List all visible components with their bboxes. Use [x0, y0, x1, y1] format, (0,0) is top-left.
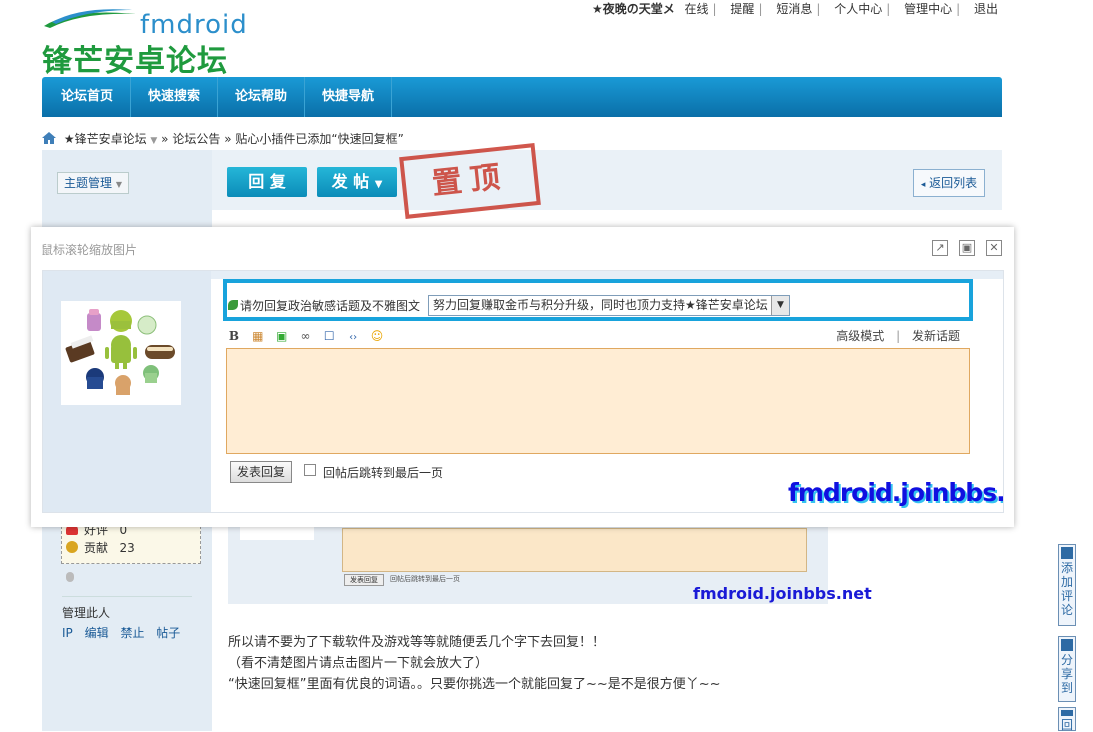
color-icon[interactable]: ▦	[250, 328, 266, 344]
admin-center-link[interactable]: 管理中心	[904, 2, 952, 16]
advanced-mode-link[interactable]: 高级模式	[836, 328, 884, 344]
code-icon[interactable]: ‹›	[345, 330, 361, 346]
image-zoom-dialog: 鼠标滚轮缩放图片 ↗ ▣ ✕ 请勿回复政治敏感话题及不雅图文 努力回复赚取金币与…	[31, 227, 1014, 527]
back-to-list-button[interactable]: ◂ 返回列表	[913, 169, 985, 197]
messages-link[interactable]: 短消息	[776, 2, 812, 16]
breadcrumb: ★锋芒安卓论坛 ▼ » 论坛公告 » 贴心小插件已添加“快速回复框”	[42, 130, 404, 147]
link-icon[interactable]: ∞	[297, 328, 313, 344]
chevron-down-icon: ▼	[115, 180, 122, 189]
edit-icon	[1061, 547, 1073, 559]
manage-links: IP 编辑 禁止 帖子	[62, 624, 188, 641]
arrow-up-icon	[1061, 710, 1073, 716]
post-content: 所以请不要为了下载软件及游戏等等就随便丢几个字下去回复！！ （看不清楚图片请点击…	[228, 635, 721, 692]
new-topic-link[interactable]: 发新话题	[912, 328, 960, 344]
close-icon[interactable]: ✕	[986, 240, 1002, 256]
topic-manage-button[interactable]: 主题管理 ▼	[57, 172, 129, 194]
quick-reply-select[interactable]: 努力回复赚取金币与积分升级，同时也顶力支持★锋芒安卓论坛 ▼	[428, 295, 790, 316]
breadcrumb-thread: 贴心小插件已添加“快速回复框”	[235, 132, 404, 146]
submit-reply-button[interactable]: 发表回复	[230, 461, 292, 483]
manage-ip-link[interactable]: IP	[62, 626, 73, 640]
manage-user-title: 管理此人	[62, 606, 111, 620]
breadcrumb-forum[interactable]: 论坛公告	[172, 132, 220, 146]
manage-edit-link[interactable]: 编辑	[85, 626, 109, 640]
share-icon	[1061, 639, 1073, 651]
logout-link[interactable]: 退出	[974, 2, 998, 16]
logo-swoosh-icon	[44, 9, 136, 28]
editor-toolbar: B ▦ ▣ ∞ ☐ ‹› ☺ 高级模式 | 发新话题	[226, 328, 970, 348]
reminder-link[interactable]: 提醒	[730, 2, 754, 16]
nav-home[interactable]: 论坛首页	[42, 77, 132, 117]
logo-text-cn: 锋芒安卓论坛	[42, 44, 228, 79]
site-logo[interactable]: fmdroid 锋芒安卓论坛	[42, 6, 262, 79]
nav-quick[interactable]: 快捷导航	[305, 77, 393, 117]
fit-size-icon[interactable]: ▣	[959, 240, 975, 256]
profile-link[interactable]: 个人中心	[834, 2, 882, 16]
image-icon[interactable]: ▣	[274, 328, 290, 344]
quote-icon[interactable]: ☐	[321, 328, 337, 344]
new-post-button[interactable]: 发 帖 ▼	[317, 167, 397, 197]
top-user-bar: ★夜晚の天堂メ 在线 | 提醒 | 短消息 | 个人中心 | 管理中心 | 退出	[591, 2, 998, 16]
quick-reply-label: 请勿回复政治敏感话题及不雅图文	[228, 297, 420, 314]
reply-button[interactable]: 回 复	[227, 167, 307, 197]
chevron-down-icon: ▼	[771, 296, 789, 315]
site-watermark: fmdroid.joinbbs.net	[788, 478, 1004, 507]
chevron-down-icon[interactable]: ▼	[150, 136, 157, 146]
username-link[interactable]: ★夜晚の天堂メ	[592, 2, 675, 16]
home-icon[interactable]	[42, 132, 56, 144]
breadcrumb-site[interactable]: ★锋芒安卓论坛	[64, 132, 147, 146]
divider	[62, 596, 192, 597]
zoomed-screenshot[interactable]: 请勿回复政治敏感话题及不雅图文 努力回复赚取金币与积分升级，同时也顶力支持★锋芒…	[42, 270, 1004, 513]
sprout-icon	[228, 300, 238, 310]
dialog-title: 鼠标滚轮缩放图片	[41, 243, 138, 257]
jump-last-page-label: 回帖后跳转到最后一页	[323, 466, 444, 480]
open-new-window-icon[interactable]: ↗	[932, 240, 948, 256]
manage-ban-link[interactable]: 禁止	[120, 626, 144, 640]
online-status-link[interactable]: 在线	[685, 2, 709, 16]
coin-icon	[66, 541, 78, 553]
manage-posts-link[interactable]: 帖子	[156, 626, 180, 640]
android-avatar-image	[61, 301, 181, 405]
bulb-icon	[66, 572, 74, 582]
nav-search[interactable]: 快速搜索	[131, 77, 219, 117]
main-nav: 论坛首页 快速搜索 论坛帮助 快捷导航	[42, 77, 1002, 117]
smiley-icon[interactable]: ☺	[369, 328, 385, 344]
share-float-button[interactable]: 分享到	[1058, 636, 1076, 702]
jump-last-page-checkbox[interactable]	[304, 464, 316, 476]
add-comment-float-button[interactable]: 添加评论	[1058, 544, 1076, 626]
back-arrow-icon: ◂	[920, 180, 926, 190]
back-top-float-button[interactable]: 回	[1058, 707, 1076, 732]
reply-textarea[interactable]	[226, 348, 970, 454]
bold-icon[interactable]: B	[226, 328, 242, 344]
nav-help[interactable]: 论坛帮助	[218, 77, 306, 117]
